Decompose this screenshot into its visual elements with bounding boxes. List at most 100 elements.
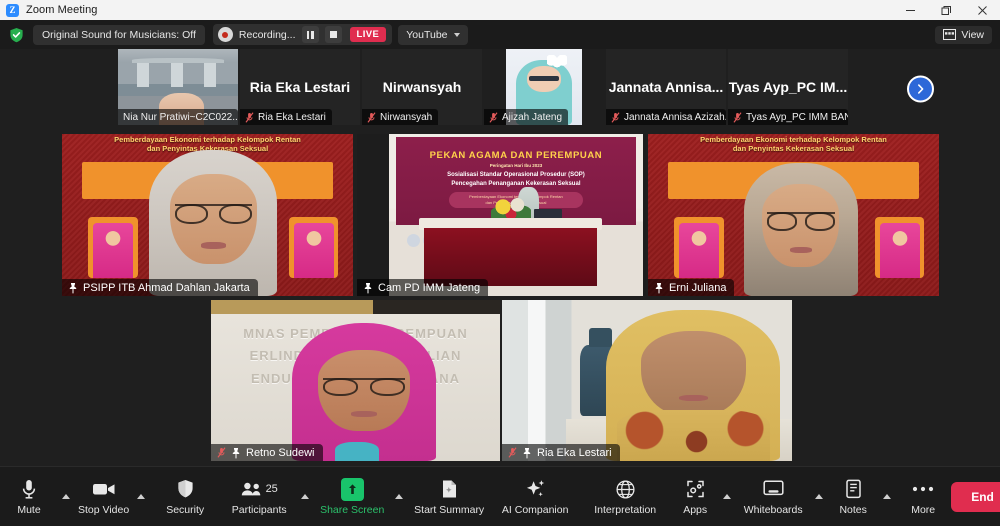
shield-icon [177, 477, 194, 501]
video-tile-name: Cam PD IMM Jateng [378, 281, 481, 294]
interpretation-button[interactable]: Interpretation [579, 471, 671, 523]
start-summary-button[interactable]: Start Summary [407, 471, 491, 523]
whiteboards-label: Whiteboards [743, 504, 803, 516]
start-summary-label: Start Summary [414, 504, 485, 516]
chevron-up-icon [137, 494, 146, 499]
participant-filmstrip: Nia Nur Pratiwi~C2C022... Ria Eka Lestar… [0, 49, 1000, 129]
participants-count: 25 [265, 483, 278, 495]
notes-button[interactable]: Notes [827, 471, 879, 523]
filmstrip-tile[interactable]: Jannata Annisa... Jannata Annisa Azizah.… [606, 49, 726, 125]
whiteboards-options-chevron[interactable] [811, 471, 827, 523]
mic-off-icon [508, 447, 517, 458]
minimize-icon[interactable] [892, 0, 928, 20]
participant-name-label: Ajizah Jateng [484, 109, 569, 125]
summary-doc-icon [441, 477, 458, 501]
video-tile-campd[interactable]: PEKAN AGAMA DAN PEREMPUAN Peringatan Har… [357, 134, 646, 296]
filmstrip-tile[interactable]: Nia Nur Pratiwi~C2C022... [118, 49, 238, 125]
mic-off-icon [611, 111, 620, 123]
video-tile-name: Retno Sudewi [246, 446, 315, 459]
participants-button[interactable]: 25 Participants [221, 471, 297, 523]
end-meeting-button[interactable]: End [951, 481, 1000, 512]
mute-button[interactable]: Mute [0, 471, 58, 523]
original-sound-indicator[interactable]: Original Sound for Musicians: Off [33, 24, 205, 45]
microphone-icon [21, 477, 37, 501]
speaker-face [641, 330, 746, 416]
glasses-icon [766, 212, 835, 232]
participants-control-group: 25 Participants [221, 471, 313, 523]
video-tile-name: Ria Eka Lestari [537, 446, 612, 459]
filmstrip-next-button[interactable] [907, 75, 934, 103]
share-screen-label: Share Screen [320, 504, 385, 516]
slide-card-right: Narasumber [288, 216, 339, 279]
participant-name-label: Nirwansyah [362, 109, 439, 125]
more-button[interactable]: More [895, 471, 951, 523]
filmstrip-tile[interactable]: Tyas Ayp_PC IM... Tyas Ayp_PC IMM BAN... [728, 49, 848, 125]
banner-body: Sosialisasi Standar Operasional Prosedur… [396, 171, 635, 189]
security-label: Security [166, 504, 205, 516]
shield-check-icon[interactable] [8, 26, 25, 44]
share-options-chevron[interactable] [391, 471, 407, 523]
slide-headline-line1: Pemberdayaan Ekonomi terhadap Kelompok R… [114, 135, 301, 144]
participants-options-chevron[interactable] [297, 471, 313, 523]
ai-companion-button[interactable]: AI Companion [491, 471, 579, 523]
video-options-chevron[interactable] [133, 471, 149, 523]
video-tile-erni[interactable]: Pemberdayaan Ekonomi terhadap Kelompok R… [648, 134, 939, 296]
chevron-up-icon [815, 494, 824, 499]
speaker-figure [291, 322, 437, 461]
whiteboard-icon [763, 477, 784, 501]
maximize-icon[interactable] [928, 0, 964, 20]
participants-icon: 25 [241, 477, 278, 501]
chevron-down-icon [453, 32, 460, 37]
participant-name-label: Ria Eka Lestari [240, 109, 332, 125]
stop-recording-button[interactable] [324, 26, 342, 43]
close-icon[interactable] [964, 0, 1000, 20]
pause-recording-button[interactable] [301, 26, 319, 43]
more-dots-icon [912, 477, 934, 501]
video-tile-retno[interactable]: MNAS PEMBERDAY EREMPUAN ERLINDUNGAN AN E… [211, 300, 500, 461]
view-button[interactable]: View [935, 25, 992, 44]
slide-card-portrait [879, 222, 920, 279]
apps-icon [686, 477, 705, 501]
ai-companion-label: AI Companion [501, 504, 569, 516]
mic-off-icon [733, 111, 742, 123]
apps-label: Apps [683, 504, 708, 516]
speaker-mouth [678, 395, 709, 402]
apps-button[interactable]: Apps [671, 471, 719, 523]
audio-options-chevron[interactable] [58, 471, 74, 523]
pin-icon [232, 447, 240, 458]
share-screen-button[interactable]: Share Screen [313, 471, 391, 523]
slide-card-portrait [679, 222, 719, 279]
interpretation-label: Interpretation [594, 504, 657, 516]
slide-card-right: Narasumber [874, 216, 925, 279]
share-screen-control-group: Share Screen [313, 471, 407, 523]
filmstrip-tile[interactable]: Ria Eka Lestari Ria Eka Lestari [240, 49, 360, 125]
whiteboards-button[interactable]: Whiteboards [735, 471, 811, 523]
stop-video-button[interactable]: Stop Video [74, 471, 133, 523]
stop-video-label: Stop Video [78, 504, 130, 516]
notes-control-group: Notes [827, 471, 895, 523]
participant-name: Tyas Ayp_PC IMM BAN... [746, 111, 848, 123]
filmstrip-tile[interactable]: Ajizah Jateng [484, 49, 604, 125]
security-button[interactable]: Security [149, 471, 221, 523]
filmstrip-tile[interactable]: Nirwansyah Nirwansyah [362, 49, 482, 125]
more-label: More [911, 504, 936, 516]
grid-view-icon [943, 29, 957, 40]
mic-off-icon [367, 111, 376, 123]
banner-title: PEKAN AGAMA DAN PEREMPUAN [429, 149, 603, 161]
zoom-logo-icon: Z [6, 3, 19, 17]
apps-options-chevron[interactable] [719, 471, 735, 523]
video-tile-ria[interactable]: Ria Eka Lestari [502, 300, 792, 461]
video-tile-name-label: PSIPP ITB Ahmad Dahlan Jakarta [62, 279, 258, 296]
slide-card-left: Sambutan [674, 216, 724, 279]
video-tile-name-label: Retno Sudewi [211, 444, 323, 461]
recording-controls: Recording... LIVE [212, 24, 393, 45]
live-badge: LIVE [349, 27, 387, 42]
mic-off-icon [245, 111, 254, 123]
stream-platform-dropdown[interactable]: YouTube [398, 24, 468, 45]
speaker-collar [335, 441, 379, 461]
notes-options-chevron[interactable] [879, 471, 895, 523]
video-camera-icon [92, 477, 116, 501]
video-tile-psipp[interactable]: Pemberdayaan Ekonomi terhadap Kelompok R… [62, 134, 353, 296]
whiteboards-control-group: Whiteboards [735, 471, 827, 523]
recording-label: Recording... [238, 28, 296, 41]
